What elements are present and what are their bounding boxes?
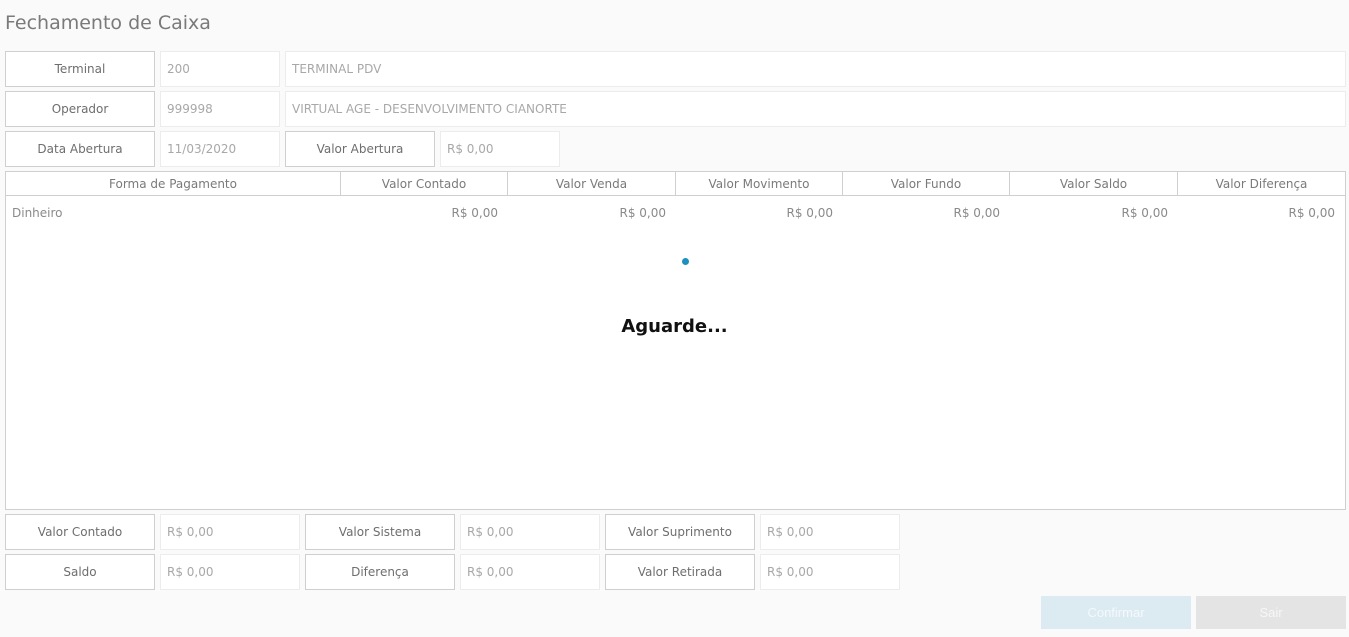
valor-retirada-label: Valor Retirada <box>605 554 755 590</box>
cell-valor-saldo: R$ 0,00 <box>1121 206 1168 220</box>
cell-valor-venda: R$ 0,00 <box>619 206 666 220</box>
valor-suprimento-field[interactable]: R$ 0,00 <box>760 514 900 550</box>
diferenca-field[interactable]: R$ 0,00 <box>460 554 600 590</box>
exit-button[interactable]: Sair <box>1196 596 1346 629</box>
column-header-valor-movimento[interactable]: Valor Movimento <box>676 172 843 196</box>
page-title: Fechamento de Caixa <box>5 12 211 34</box>
valor-abertura-label: Valor Abertura <box>285 131 435 167</box>
table-row[interactable]: Dinheiro R$ 0,00 R$ 0,00 R$ 0,00 R$ 0,00… <box>6 196 1345 230</box>
column-header-valor-saldo[interactable]: Valor Saldo <box>1010 172 1178 196</box>
valor-abertura-field[interactable]: R$ 0,00 <box>440 131 560 167</box>
column-header-forma-pagamento[interactable]: Forma de Pagamento <box>6 172 341 196</box>
column-header-valor-fundo[interactable]: Valor Fundo <box>843 172 1010 196</box>
terminal-code-field[interactable]: 200 <box>160 51 280 87</box>
saldo-label: Saldo <box>5 554 155 590</box>
valor-suprimento-label: Valor Suprimento <box>605 514 755 550</box>
cell-valor-movimento: R$ 0,00 <box>786 206 833 220</box>
valor-sistema-label: Valor Sistema <box>305 514 455 550</box>
valor-sistema-field[interactable]: R$ 0,00 <box>460 514 600 550</box>
column-header-valor-contado[interactable]: Valor Contado <box>341 172 508 196</box>
cell-valor-diferenca: R$ 0,00 <box>1288 206 1335 220</box>
data-abertura-field[interactable]: 11/03/2020 <box>160 131 280 167</box>
cell-valor-fundo: R$ 0,00 <box>953 206 1000 220</box>
operador-code-field[interactable]: 999998 <box>160 91 280 127</box>
valor-contado-field[interactable]: R$ 0,00 <box>160 514 300 550</box>
valor-retirada-field[interactable]: R$ 0,00 <box>760 554 900 590</box>
operador-label: Operador <box>5 91 155 127</box>
loading-message: Aguarde... <box>621 316 728 337</box>
loading-spinner-icon <box>682 258 689 265</box>
payment-grid: Forma de Pagamento Valor Contado Valor V… <box>5 171 1346 510</box>
data-abertura-label: Data Abertura <box>5 131 155 167</box>
valor-contado-label: Valor Contado <box>5 514 155 550</box>
column-header-valor-venda[interactable]: Valor Venda <box>508 172 676 196</box>
column-header-valor-diferenca[interactable]: Valor Diferença <box>1178 172 1345 196</box>
diferenca-label: Diferença <box>305 554 455 590</box>
saldo-field[interactable]: R$ 0,00 <box>160 554 300 590</box>
cell-forma-pagamento: Dinheiro <box>12 206 63 220</box>
terminal-name-field[interactable]: TERMINAL PDV <box>285 51 1346 87</box>
operador-name-field[interactable]: VIRTUAL AGE - DESENVOLVIMENTO CIANORTE <box>285 91 1346 127</box>
confirm-button[interactable]: Confirmar <box>1041 596 1191 629</box>
terminal-label: Terminal <box>5 51 155 87</box>
grid-header: Forma de Pagamento Valor Contado Valor V… <box>6 172 1345 196</box>
cell-valor-contado: R$ 0,00 <box>451 206 498 220</box>
